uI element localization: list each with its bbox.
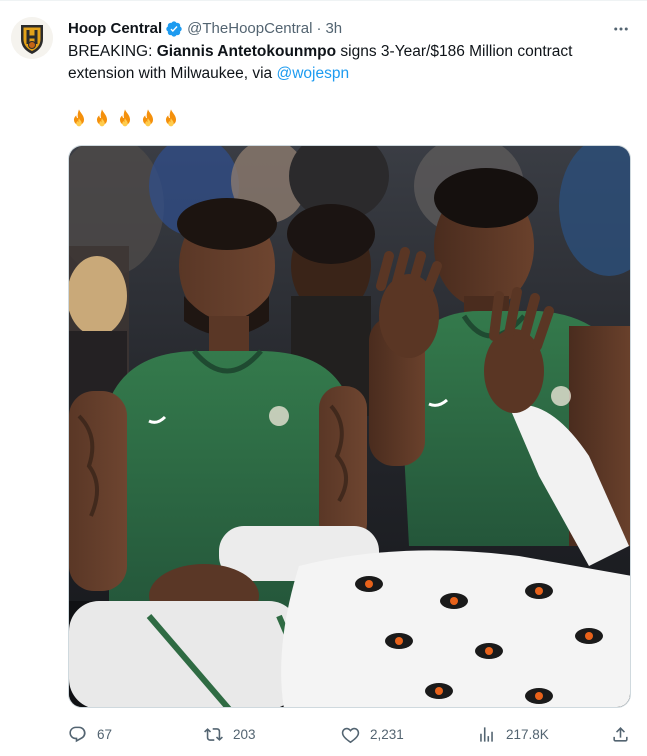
action-bar: 67 203 2,231 217.8K bbox=[0, 718, 647, 750]
tweet[interactable]: Hoop Central @TheHoopCentral · 3h BREAKI… bbox=[0, 0, 647, 756]
fire-emoji-icon bbox=[96, 109, 108, 127]
reply-icon bbox=[69, 726, 86, 742]
fire-emoji-icon bbox=[119, 109, 131, 127]
like-icon bbox=[341, 727, 360, 743]
divider bbox=[0, 0, 647, 1]
author-handle[interactable]: @TheHoopCentral bbox=[187, 19, 312, 39]
verified-badge-icon bbox=[165, 20, 183, 38]
avatar[interactable] bbox=[11, 17, 53, 59]
like-button[interactable]: 2,231 bbox=[341, 718, 404, 750]
reply-button[interactable]: 67 bbox=[68, 718, 112, 750]
text-prefix: BREAKING: bbox=[68, 43, 157, 60]
reply-count: 67 bbox=[97, 726, 113, 742]
repost-button[interactable]: 203 bbox=[204, 718, 256, 750]
more-icon bbox=[614, 27, 628, 31]
avatar-logo bbox=[11, 17, 53, 59]
views-button[interactable]: 217.8K bbox=[477, 718, 549, 750]
share-button[interactable] bbox=[611, 718, 630, 750]
fire-emoji-icon bbox=[142, 109, 154, 127]
players-photo bbox=[69, 146, 630, 707]
like-count: 2,231 bbox=[370, 726, 404, 742]
text-bold-name: Giannis Antetokounmpo bbox=[156, 43, 337, 60]
repost-icon bbox=[204, 727, 223, 741]
author-name[interactable]: Hoop Central bbox=[68, 19, 162, 39]
separator-dot: · bbox=[316, 20, 322, 37]
tweet-header: Hoop Central @TheHoopCentral · 3h bbox=[68, 19, 342, 39]
fire-emoji-icon bbox=[73, 109, 85, 127]
repost-count: 203 bbox=[233, 726, 256, 742]
more-options-button[interactable] bbox=[606, 14, 636, 44]
emoji-line bbox=[68, 108, 182, 130]
fire-emoji-icon bbox=[165, 109, 177, 127]
timestamp[interactable]: 3h bbox=[325, 19, 342, 39]
share-icon bbox=[613, 726, 628, 742]
tweet-photo[interactable] bbox=[68, 145, 631, 708]
mention-link[interactable]: @wojespn bbox=[277, 65, 350, 82]
views-count: 217.8K bbox=[506, 726, 549, 742]
views-icon bbox=[480, 726, 493, 742]
tweet-text: BREAKING: Giannis Antetokounmpo signs 3-… bbox=[68, 41, 628, 85]
